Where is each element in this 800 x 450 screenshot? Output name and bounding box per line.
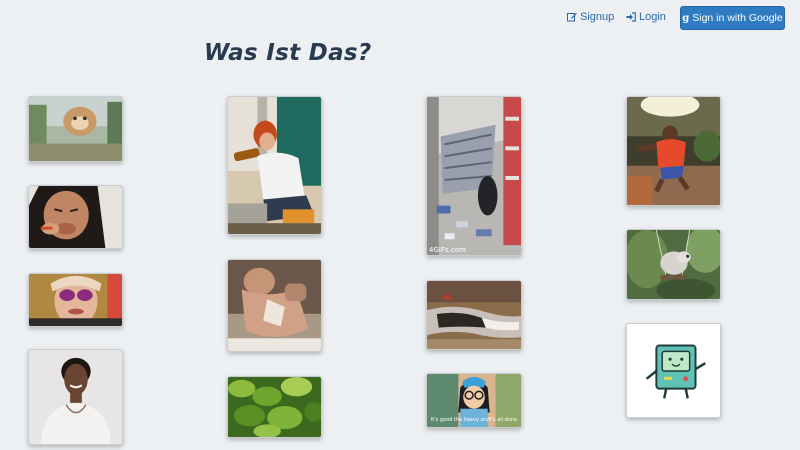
sign-in-icon [626,12,636,22]
page-title: Was Ist Das? [204,40,372,66]
gallery-image-smiling-woman[interactable] [28,349,123,445]
edit-icon [567,12,577,22]
gallery-image-store-chaos[interactable]: 4GIFs.com [426,96,522,256]
gallery-image-woman-eating[interactable] [28,185,123,249]
google-icon: g [682,12,690,24]
gallery-image-drinking-redhead[interactable] [227,96,322,235]
gallery-image-flying-cat[interactable] [28,96,123,162]
gallery-image-jumping-man[interactable] [626,96,721,206]
gallery-image-sleeping-man[interactable] [227,259,322,352]
gallery-image-bmo-cartoon[interactable] [626,323,721,418]
google-signin-button[interactable]: g Sign in with Google [680,6,785,30]
gallery-image-purple-glasses[interactable] [28,273,123,327]
login-label: Login [639,11,666,23]
cartoon-subtitle: It's good the heavy stuff's all done [430,417,518,423]
gallery-image-rat-on-swing[interactable] [626,229,721,300]
login-link[interactable]: Login [626,11,666,23]
store-image-watermark: 4GIFs.com [429,246,466,254]
google-signin-label: Sign in with Google [692,12,783,24]
gallery-image-running-dog[interactable] [426,280,522,350]
gallery-image-tina-belcher[interactable]: It's good the heavy stuff's all done [426,373,522,428]
signup-link[interactable]: Signup [567,11,614,23]
gallery-image-green-plants[interactable] [227,376,322,438]
signup-label: Signup [580,11,615,23]
